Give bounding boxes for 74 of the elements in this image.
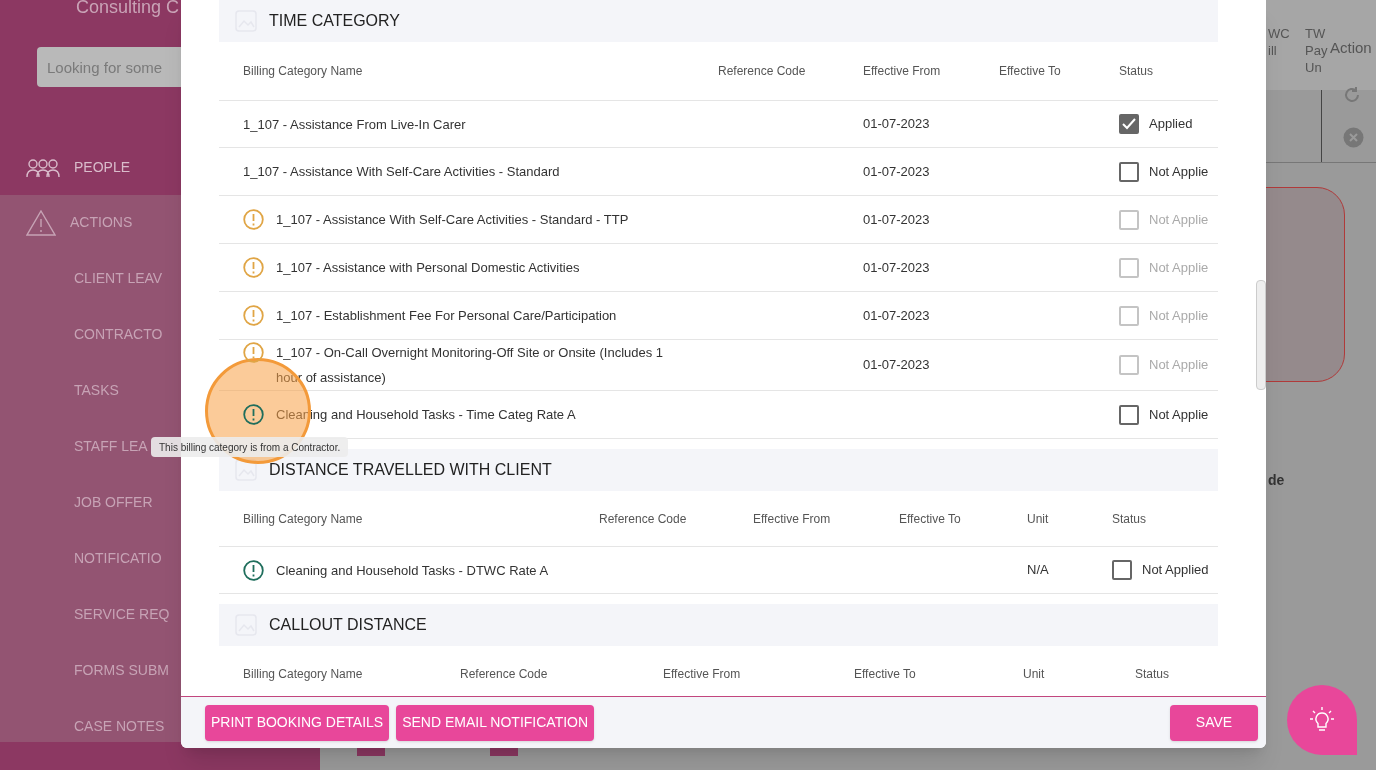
column-header: Unit bbox=[1023, 666, 1045, 681]
column-header: Effective From bbox=[663, 666, 741, 681]
column-header: Billing Category Name bbox=[243, 64, 363, 78]
info-icon[interactable] bbox=[243, 404, 264, 425]
column-header: Action bbox=[1330, 39, 1372, 56]
refresh-icon[interactable] bbox=[1343, 86, 1361, 104]
table-cell-text: 1_107 - Assistance With Self-Care Activities - Standard - TTP bbox=[276, 211, 629, 229]
table-cell: 01-07-2023 bbox=[863, 307, 930, 323]
lightbulb-icon bbox=[1309, 706, 1335, 734]
status-label: Not Applie bbox=[1149, 210, 1209, 229]
table-cell-text: Cleaning and Household Tasks - DTWC Rate A bbox=[276, 561, 549, 580]
table-cell-text: 1_107 - Assistance With Self-Care Activities - Standard bbox=[243, 163, 560, 181]
checkbox[interactable] bbox=[1119, 114, 1139, 134]
section-title: TIME CATEGORY bbox=[269, 11, 400, 31]
column-header: Status bbox=[1112, 511, 1147, 526]
status-label: Not Applie bbox=[1149, 405, 1209, 424]
checkbox[interactable] bbox=[1119, 404, 1139, 425]
nav-item[interactable]: JOB OFFER bbox=[0, 474, 153, 530]
status-label: Not Applie bbox=[1149, 306, 1209, 325]
status-label: Not Applie bbox=[1149, 162, 1209, 181]
column-header: Reference Code bbox=[718, 64, 806, 78]
status-label: Not Applie bbox=[1149, 258, 1209, 277]
column-header: Reference Code bbox=[460, 666, 548, 681]
table-cell: 01-07-2023 bbox=[863, 259, 930, 275]
warning-icon bbox=[26, 209, 56, 236]
tooltip: This billing category is from a Contractor. bbox=[151, 437, 349, 457]
column-header: Billing Category Name bbox=[243, 511, 363, 526]
label-text: de bbox=[1268, 471, 1285, 490]
table-cell-text: 1_107 - Establishment Fee For Personal Care/Participation bbox=[276, 307, 617, 325]
table-cell: 01-07-2023 bbox=[863, 357, 930, 373]
nav-item[interactable]: TASKS bbox=[0, 362, 119, 418]
table-cell-text: 1_107 - Assistance with Personal Domestic Activities bbox=[276, 259, 580, 277]
nav-item[interactable]: FORMS SUBM bbox=[0, 642, 169, 698]
image-icon bbox=[235, 459, 257, 481]
nav-item[interactable]: CLIENT LEAV bbox=[0, 250, 163, 306]
column-header: Billing Category Name bbox=[243, 666, 363, 681]
action-button[interactable]: PRINT BOOKING DETAILS bbox=[205, 704, 390, 741]
table-cell-text: 1_107 - Assistance From Live-In Carer bbox=[243, 115, 466, 134]
search-field[interactable]: Looking for some bbox=[37, 47, 181, 87]
save-button[interactable]: SAVE bbox=[1170, 704, 1258, 741]
table-cell-text: Cleaning and Household Tasks - Time Categ Rate A bbox=[276, 406, 576, 424]
table-cell: N/A bbox=[1027, 562, 1049, 578]
nav-item[interactable]: CASE NOTES bbox=[0, 698, 165, 754]
nav-item[interactable]: SERVICE REQ bbox=[0, 586, 170, 642]
nav-item[interactable]: NOTIFICATIO bbox=[0, 530, 162, 586]
section-title: CALLOUT DISTANCE bbox=[269, 615, 427, 635]
column-header: Reference Code bbox=[599, 511, 687, 526]
table-cell: 01-07-2023 bbox=[863, 116, 930, 132]
column-header: Effective To bbox=[999, 64, 1061, 78]
section-title: DISTANCE TRAVELLED WITH CLIENT bbox=[269, 460, 552, 480]
status-label: Not Applie bbox=[1149, 356, 1209, 375]
checkbox[interactable] bbox=[1119, 161, 1139, 182]
column-header: TW Pay Un bbox=[1305, 25, 1328, 76]
status-label: Not Applied bbox=[1142, 561, 1209, 580]
close-icon[interactable] bbox=[1343, 127, 1364, 148]
people-icon bbox=[26, 157, 60, 178]
status-label: Applied bbox=[1149, 115, 1193, 134]
nav-item[interactable]: ACTIONS bbox=[0, 195, 133, 250]
table-cell: 01-07-2023 bbox=[863, 163, 930, 179]
action-button[interactable]: SEND EMAIL NOTIFICATION bbox=[396, 704, 595, 741]
column-header: Effective To bbox=[854, 666, 916, 681]
nav-item[interactable]: CONTRACTO bbox=[0, 306, 163, 362]
scrollbar-thumb[interactable] bbox=[1256, 280, 1266, 390]
column-header: WC ill bbox=[1268, 25, 1290, 59]
checkbox[interactable] bbox=[1112, 560, 1132, 580]
column-header: Unit bbox=[1027, 511, 1049, 526]
nav-item[interactable]: STAFF LEA bbox=[0, 418, 148, 474]
column-header: Effective To bbox=[899, 511, 961, 526]
info-icon[interactable] bbox=[243, 559, 264, 581]
column-header: Effective From bbox=[753, 511, 831, 526]
column-header: Status bbox=[1135, 666, 1170, 681]
column-header: Effective From bbox=[863, 64, 941, 78]
table-cell: 01-07-2023 bbox=[863, 211, 930, 227]
column-header: Status bbox=[1119, 64, 1154, 78]
